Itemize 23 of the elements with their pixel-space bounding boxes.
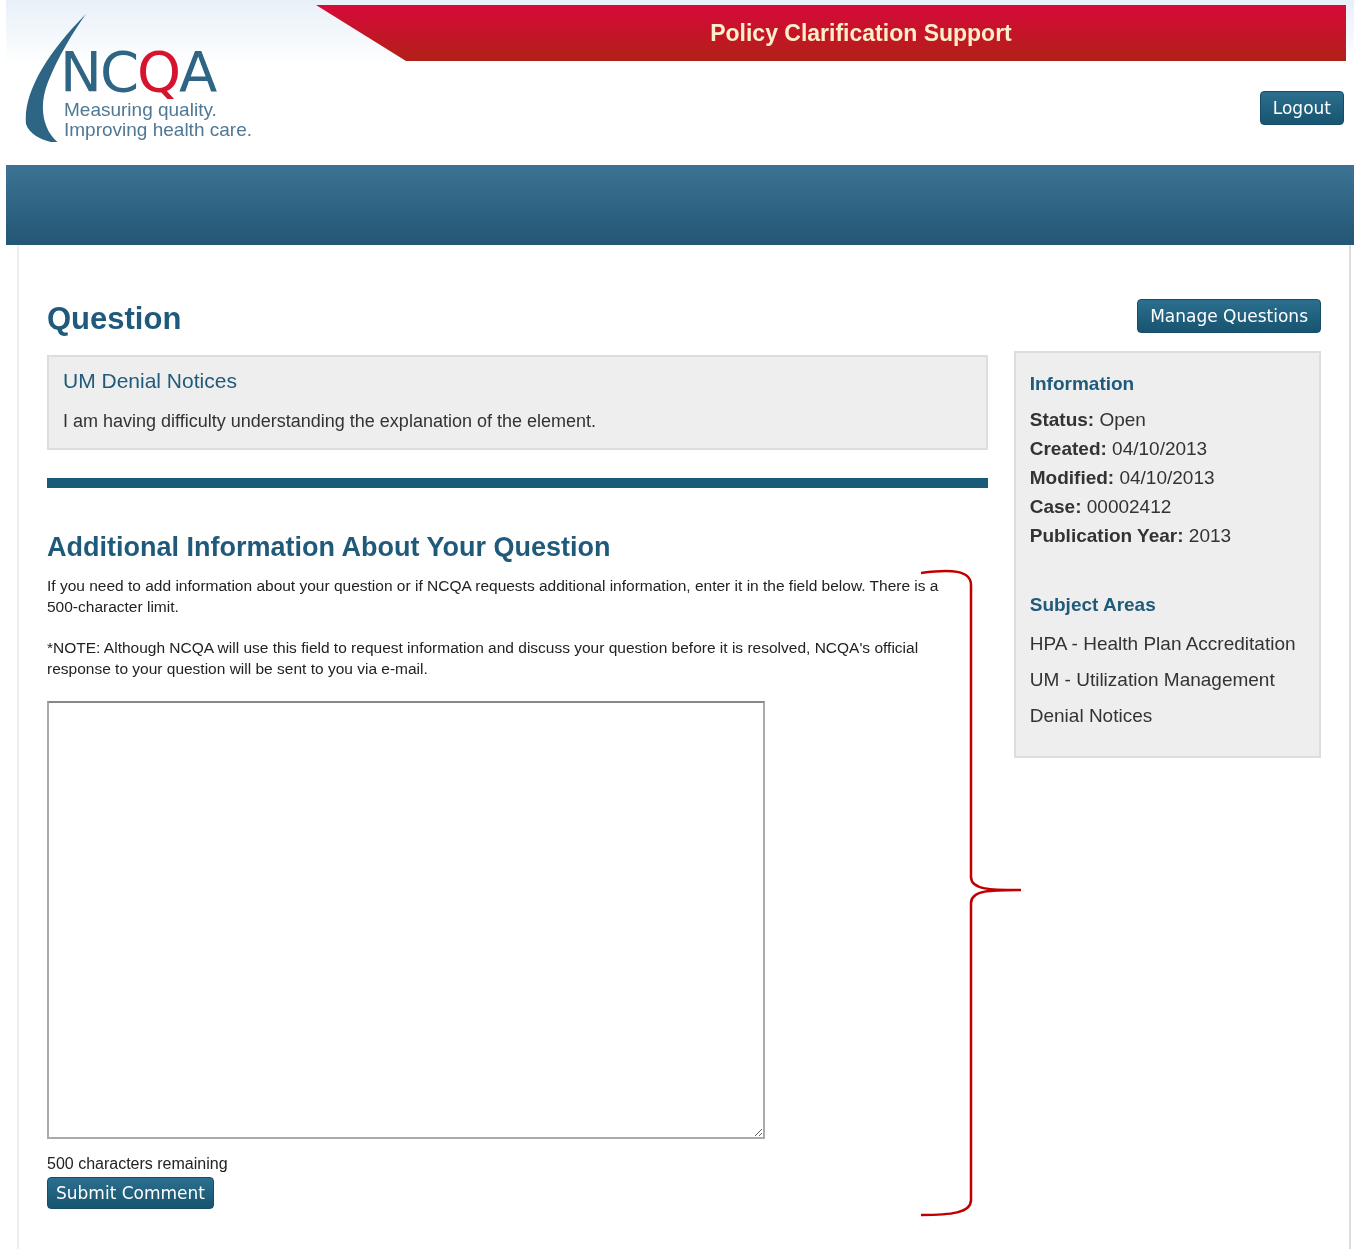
question-text: I am having difficulty understanding the explanation of the element. [63,411,597,432]
submit-comment-button[interactable]: Submit Comment [47,1177,214,1209]
logo-tagline: Improving health care. [64,120,252,140]
info-field: Publication Year: 2013 [1029,521,1305,550]
info-field: Created: 04/10/2013 [1029,434,1305,463]
subject-areas-heading: Subject Areas [1029,594,1157,616]
page-title: Question [47,301,183,337]
comment-field[interactable] [47,701,765,1139]
information-heading: Information [1029,373,1136,395]
question-title: UM Denial Notices [63,369,238,393]
subject-area: HPA - Health Plan Accreditation [1029,626,1305,662]
subject-area: UM - Utilization Management [1029,662,1305,698]
logout-button[interactable]: Logout [1259,91,1344,125]
banner-title: Policy Clarification Support [710,19,1012,47]
character-counter: 500 characters remaining [47,1155,229,1173]
info-field: Status: Open [1029,405,1305,434]
manage-questions-button[interactable]: Manage Questions [1137,299,1321,333]
subject-area: Denial Notices [1029,698,1305,734]
info-field: Case: 00002412 [1029,492,1305,521]
info-field: Modified: 04/10/2013 [1029,463,1305,492]
instruction-text: *NOTE: Although NCQA will use this field to request information and discuss your question before it is resolved, NCQA's official response to your question will be sent to you via e-mail. [47,638,920,679]
instruction-text: If you need to add information about your question or if NCQA requests additional information, enter it in the field below. There is a 500-character limit. [47,576,940,617]
section-heading: Additional Information About Your Question [47,532,612,563]
